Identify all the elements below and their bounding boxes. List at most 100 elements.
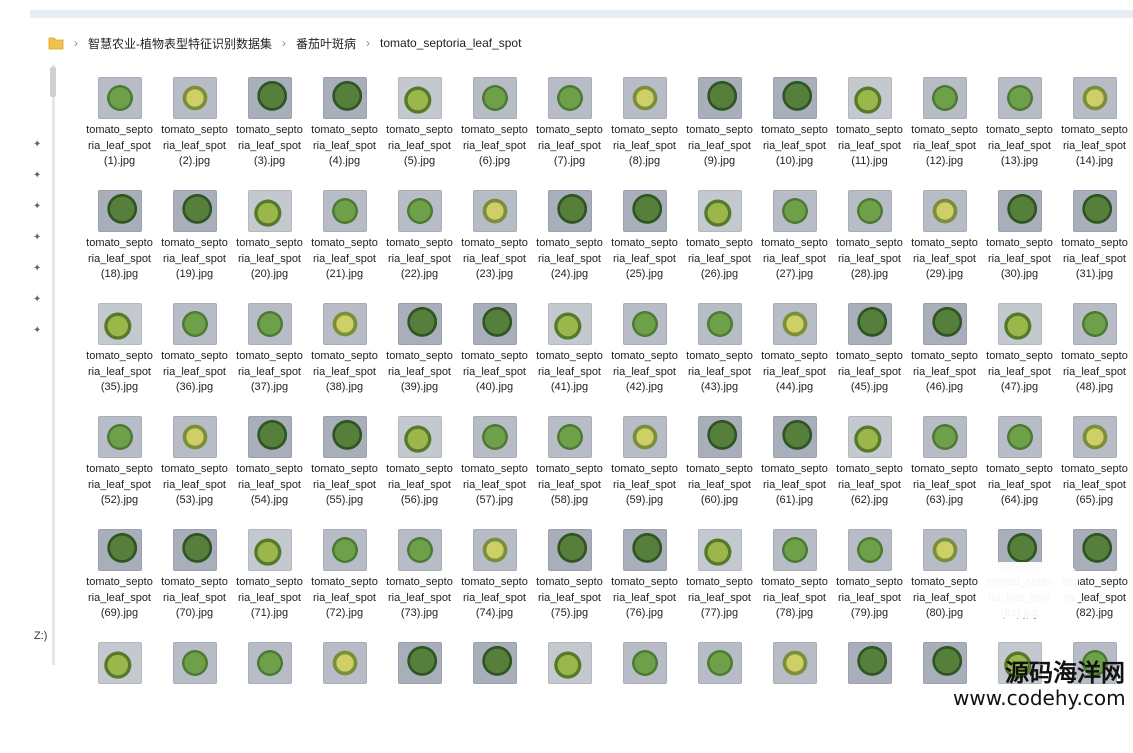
file-item[interactable]: tomato_septoria_leaf_spot(8).jpg [607, 75, 682, 188]
file-item[interactable]: tomato_septoria_leaf_spot(44).jpg [757, 301, 832, 414]
image-thumbnail[interactable] [97, 529, 142, 571]
file-item[interactable]: tomato_septoria_leaf_spot(61).jpg [757, 414, 832, 527]
file-item[interactable]: tomato_septoria_leaf_spot(37).jpg [232, 301, 307, 414]
image-thumbnail[interactable] [547, 416, 592, 458]
file-item[interactable]: tomato_septoria_leaf_spot(31).jpg [1057, 188, 1132, 301]
image-thumbnail[interactable] [622, 642, 667, 684]
file-item[interactable]: tomato_septoria_leaf_spot(64).jpg [982, 414, 1057, 527]
file-item[interactable]: tomato_septoria_leaf_spot(27).jpg [757, 188, 832, 301]
file-item[interactable]: tomato_septoria_leaf_spot(18).jpg [82, 188, 157, 301]
image-thumbnail[interactable] [922, 529, 967, 571]
file-item[interactable] [457, 640, 532, 753]
file-item[interactable]: tomato_septoria_leaf_spot(3).jpg [232, 75, 307, 188]
breadcrumb-item[interactable]: 番茄叶斑病 [296, 35, 356, 52]
file-item[interactable] [307, 640, 382, 753]
file-item[interactable]: tomato_septoria_leaf_spot(62).jpg [832, 414, 907, 527]
file-item[interactable] [232, 640, 307, 753]
file-item[interactable]: tomato_septoria_leaf_spot(65).jpg [1057, 414, 1132, 527]
file-item[interactable]: tomato_septoria_leaf_spot(45).jpg [832, 301, 907, 414]
file-item[interactable]: tomato_septoria_leaf_spot(6).jpg [457, 75, 532, 188]
image-thumbnail[interactable] [772, 416, 817, 458]
image-thumbnail[interactable] [772, 77, 817, 119]
image-thumbnail[interactable] [622, 303, 667, 345]
breadcrumb-item[interactable]: 智慧农业-植物表型特征识别数据集 [88, 35, 272, 52]
image-thumbnail[interactable] [172, 642, 217, 684]
image-thumbnail[interactable] [922, 190, 967, 232]
file-item[interactable]: tomato_septoria_leaf_spot(74).jpg [457, 527, 532, 640]
image-thumbnail[interactable] [847, 416, 892, 458]
image-thumbnail[interactable] [322, 416, 367, 458]
file-item[interactable]: tomato_septoria_leaf_spot(75).jpg [532, 527, 607, 640]
image-thumbnail[interactable] [697, 190, 742, 232]
image-thumbnail[interactable] [772, 642, 817, 684]
image-thumbnail[interactable] [322, 642, 367, 684]
file-item[interactable]: tomato_septoria_leaf_spot(48).jpg [1057, 301, 1132, 414]
image-thumbnail[interactable] [247, 529, 292, 571]
file-item[interactable]: tomato_septoria_leaf_spot(4).jpg [307, 75, 382, 188]
image-thumbnail[interactable] [1072, 77, 1117, 119]
file-item[interactable]: tomato_septoria_leaf_spot(7).jpg [532, 75, 607, 188]
image-thumbnail[interactable] [1072, 416, 1117, 458]
file-item[interactable]: tomato_septoria_leaf_spot(30).jpg [982, 188, 1057, 301]
image-thumbnail[interactable] [847, 190, 892, 232]
image-thumbnail[interactable] [622, 77, 667, 119]
image-thumbnail[interactable] [172, 77, 217, 119]
file-item[interactable]: tomato_septoria_leaf_spot(54).jpg [232, 414, 307, 527]
image-thumbnail[interactable] [247, 303, 292, 345]
image-thumbnail[interactable] [547, 77, 592, 119]
image-thumbnail[interactable] [397, 642, 442, 684]
file-item[interactable]: tomato_septoria_leaf_spot(56).jpg [382, 414, 457, 527]
image-thumbnail[interactable] [397, 303, 442, 345]
file-item[interactable]: tomato_septoria_leaf_spot(10).jpg [757, 75, 832, 188]
image-thumbnail[interactable] [847, 642, 892, 684]
file-item[interactable] [682, 640, 757, 753]
image-thumbnail[interactable] [847, 303, 892, 345]
image-thumbnail[interactable] [247, 642, 292, 684]
file-item[interactable]: tomato_septoria_leaf_spot(38).jpg [307, 301, 382, 414]
file-item[interactable]: tomato_septoria_leaf_spot(43).jpg [682, 301, 757, 414]
image-thumbnail[interactable] [1072, 529, 1117, 571]
file-item[interactable]: tomato_septoria_leaf_spot(23).jpg [457, 188, 532, 301]
image-thumbnail[interactable] [997, 416, 1042, 458]
file-item[interactable]: tomato_septoria_leaf_spot(40).jpg [457, 301, 532, 414]
image-thumbnail[interactable] [397, 190, 442, 232]
file-item[interactable]: tomato_septoria_leaf_spot(14).jpg [1057, 75, 1132, 188]
file-item[interactable] [607, 640, 682, 753]
file-item[interactable]: tomato_septoria_leaf_spot(22).jpg [382, 188, 457, 301]
image-thumbnail[interactable] [547, 190, 592, 232]
image-thumbnail[interactable] [922, 77, 967, 119]
file-item[interactable]: tomato_septoria_leaf_spot(55).jpg [307, 414, 382, 527]
file-item[interactable] [832, 640, 907, 753]
image-thumbnail[interactable] [247, 190, 292, 232]
file-item[interactable]: tomato_septoria_leaf_spot(2).jpg [157, 75, 232, 188]
drive-label[interactable]: Z:) [34, 630, 47, 642]
image-thumbnail[interactable] [472, 303, 517, 345]
image-thumbnail[interactable] [697, 77, 742, 119]
image-thumbnail[interactable] [772, 529, 817, 571]
image-thumbnail[interactable] [397, 77, 442, 119]
image-thumbnail[interactable] [547, 529, 592, 571]
image-thumbnail[interactable] [997, 190, 1042, 232]
image-thumbnail[interactable] [247, 416, 292, 458]
file-item[interactable]: tomato_septoria_leaf_spot(46).jpg [907, 301, 982, 414]
image-thumbnail[interactable] [172, 303, 217, 345]
image-thumbnail[interactable] [472, 77, 517, 119]
image-thumbnail[interactable] [922, 416, 967, 458]
image-thumbnail[interactable] [322, 190, 367, 232]
image-thumbnail[interactable] [547, 642, 592, 684]
file-item[interactable] [757, 640, 832, 753]
file-item[interactable]: tomato_septoria_leaf_spot(78).jpg [757, 527, 832, 640]
file-item[interactable]: tomato_septoria_leaf_spot(71).jpg [232, 527, 307, 640]
image-thumbnail[interactable] [397, 416, 442, 458]
image-thumbnail[interactable] [322, 303, 367, 345]
file-item[interactable]: tomato_septoria_leaf_spot(9).jpg [682, 75, 757, 188]
file-item[interactable]: tomato_septoria_leaf_spot(77).jpg [682, 527, 757, 640]
image-thumbnail[interactable] [97, 77, 142, 119]
file-item[interactable]: tomato_septoria_leaf_spot(36).jpg [157, 301, 232, 414]
image-thumbnail[interactable] [922, 303, 967, 345]
image-thumbnail[interactable] [697, 529, 742, 571]
image-thumbnail[interactable] [697, 303, 742, 345]
image-thumbnail[interactable] [1072, 303, 1117, 345]
file-item[interactable]: tomato_septoria_leaf_spot(79).jpg [832, 527, 907, 640]
image-thumbnail[interactable] [622, 529, 667, 571]
